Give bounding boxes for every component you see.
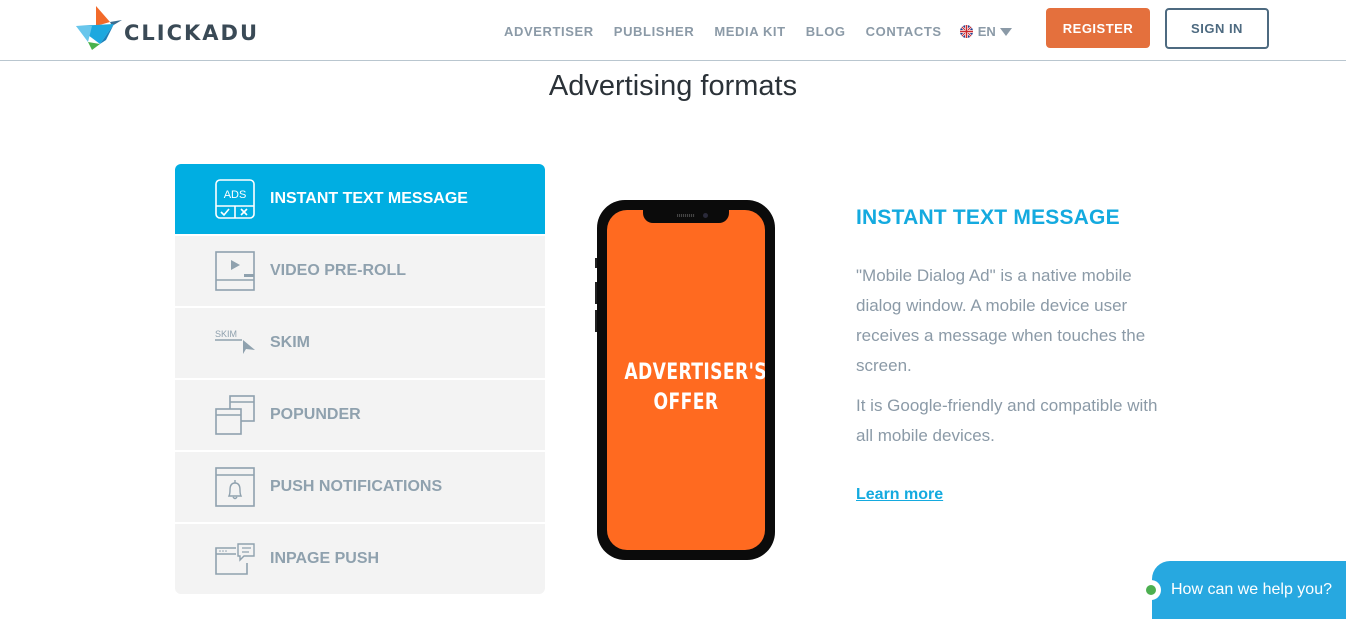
ad-formats-list: ADS INSTANT TEXT MESSAGE VIDEO PRE-ROLL … bbox=[175, 164, 545, 594]
chat-label: How can we help you? bbox=[1171, 581, 1332, 598]
phone-side-button bbox=[595, 258, 597, 268]
offer-line-1: ADVERTISER'S bbox=[624, 360, 765, 385]
phone-mockup: ADVERTISER'S OFFER bbox=[595, 200, 775, 560]
ads-message-icon: ADS bbox=[214, 178, 256, 220]
site-header: CLICKADU ADVERTISER PUBLISHER MEDIA KIT … bbox=[0, 0, 1346, 61]
language-code: EN bbox=[977, 24, 996, 39]
phone-side-button bbox=[595, 282, 597, 304]
phone-side-button bbox=[595, 310, 597, 332]
uk-flag-icon bbox=[959, 25, 973, 38]
format-instant-text-message[interactable]: ADS INSTANT TEXT MESSAGE bbox=[175, 164, 545, 234]
svg-text:ADS: ADS bbox=[224, 189, 247, 201]
format-label: VIDEO PRE-ROLL bbox=[270, 262, 407, 279]
nav-publisher[interactable]: PUBLISHER bbox=[614, 24, 695, 39]
format-skim[interactable]: SKIM SKIM bbox=[175, 308, 545, 378]
advertiser-offer-text: ADVERTISER'S OFFER bbox=[624, 358, 765, 418]
logo-text: CLICKADU bbox=[124, 21, 260, 45]
format-label: INSTANT TEXT MESSAGE bbox=[270, 190, 468, 207]
format-label: SKIM bbox=[270, 334, 310, 351]
nav-blog[interactable]: BLOG bbox=[806, 24, 846, 39]
format-label: INPAGE PUSH bbox=[270, 550, 380, 567]
detail-title: INSTANT TEXT MESSAGE bbox=[856, 206, 1120, 229]
online-status-icon bbox=[1141, 580, 1161, 600]
chevron-down-icon bbox=[999, 27, 1012, 36]
bell-window-icon bbox=[214, 466, 256, 508]
format-push-notifications[interactable]: PUSH NOTIFICATIONS bbox=[175, 452, 545, 522]
skim-cursor-icon: SKIM bbox=[214, 322, 256, 364]
format-detail: INSTANT TEXT MESSAGE "Mobile Dialog Ad" … bbox=[856, 206, 1176, 504]
clickadu-logo[interactable]: CLICKADU bbox=[74, 4, 259, 50]
nav-contacts[interactable]: CONTACTS bbox=[866, 24, 942, 39]
nav-advertiser[interactable]: ADVERTISER bbox=[504, 24, 594, 39]
svg-text:SKIM: SKIM bbox=[215, 329, 237, 339]
nav-media-kit[interactable]: MEDIA KIT bbox=[714, 24, 785, 39]
format-label: POPUNDER bbox=[270, 406, 361, 423]
format-label: PUSH NOTIFICATIONS bbox=[270, 478, 443, 495]
offer-line-2: OFFER bbox=[653, 390, 719, 415]
stacked-windows-icon bbox=[214, 394, 256, 436]
camera-icon bbox=[703, 213, 708, 218]
format-video-pre-roll[interactable]: VIDEO PRE-ROLL bbox=[175, 236, 545, 306]
phone-screen: ADVERTISER'S OFFER bbox=[607, 210, 765, 550]
chat-widget[interactable]: How can we help you? bbox=[1141, 561, 1346, 619]
format-popunder[interactable]: POPUNDER bbox=[175, 380, 545, 450]
detail-description: "Mobile Dialog Ad" is a native mobile di… bbox=[856, 266, 1146, 375]
phone-notch bbox=[643, 210, 729, 223]
language-selector[interactable]: EN bbox=[959, 24, 1012, 39]
detail-compatibility: It is Google-friendly and compatible wit… bbox=[856, 396, 1158, 445]
learn-more-link[interactable]: Learn more bbox=[856, 486, 943, 504]
speaker-grille bbox=[677, 214, 695, 217]
bird-logo-icon bbox=[76, 6, 122, 50]
sign-in-button[interactable]: SIGN IN bbox=[1165, 8, 1269, 49]
page-title: Advertising formats bbox=[548, 70, 798, 102]
register-button[interactable]: REGISTER bbox=[1046, 8, 1150, 48]
video-player-icon bbox=[214, 250, 256, 292]
browser-chat-icon bbox=[214, 538, 256, 580]
format-inpage-push[interactable]: INPAGE PUSH bbox=[175, 524, 545, 594]
main-nav: ADVERTISER PUBLISHER MEDIA KIT BLOG CONT… bbox=[504, 24, 1012, 39]
